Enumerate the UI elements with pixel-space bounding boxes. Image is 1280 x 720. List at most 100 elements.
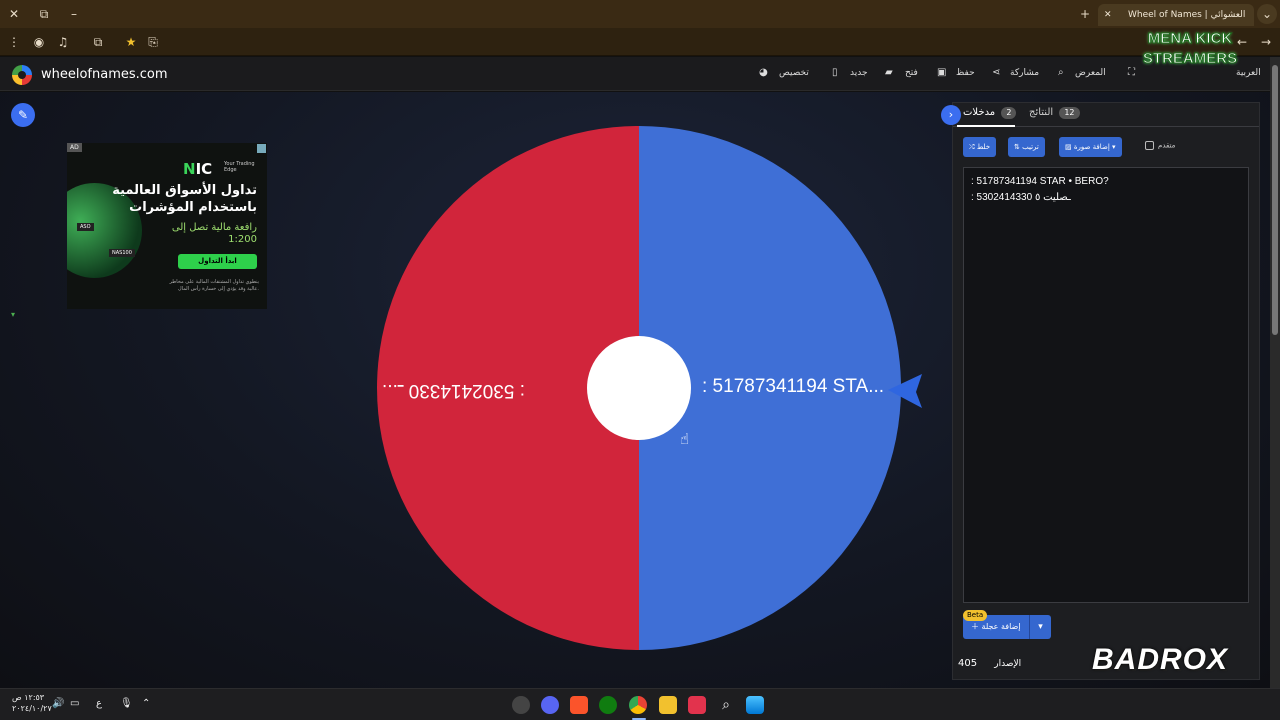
tab-entries-label: مدخلات [963, 107, 996, 118]
clock-time: ١٢:٥٣ ص [12, 693, 45, 702]
nav-language[interactable]: العربية [1236, 68, 1261, 78]
bookmark-star-icon[interactable]: ★ [121, 32, 141, 52]
clock-date: ٢٠٢٤/١٠/٢٧ [12, 704, 52, 713]
advanced-checkbox[interactable] [1145, 141, 1154, 150]
nav-open[interactable]: فتح [905, 68, 918, 78]
version-info: 405 الإصدار [958, 658, 1021, 669]
discord-icon[interactable] [541, 696, 559, 714]
active-tab-indicator [957, 125, 1015, 127]
beta-badge: Beta [963, 610, 988, 621]
palette-icon[interactable]: ◕ [759, 67, 768, 78]
restore-window-icon[interactable]: ⧉ [34, 4, 54, 24]
tab-close-icon[interactable]: ✕ [1104, 4, 1112, 26]
advertisement[interactable]: AD NIC Your Trading Edge تداول الأسواق ا… [67, 143, 267, 309]
panel-tabs: مدخلات 2 النتائج 12 [953, 103, 1259, 127]
fullscreen-icon[interactable]: ⛶ [1128, 67, 1135, 78]
extension-icon[interactable]: ◉ [29, 32, 49, 52]
entries-textarea[interactable]: : 51787341194 STAR • BERO? : 5302414330 … [963, 167, 1249, 603]
advanced-toggle[interactable]: متقدم [1145, 141, 1175, 150]
wheel-segment-2-label: : 5302414330 ـ... [382, 380, 525, 401]
version-label: الإصدار [994, 659, 1022, 669]
tab-results-label: النتائج [1029, 107, 1054, 118]
ad-cta-button[interactable]: ابدأ التداول [178, 254, 257, 269]
ad-pill-2: NAS100 [109, 249, 135, 257]
mouse-cursor-icon: ☝ [680, 430, 690, 448]
nav-save[interactable]: حفظ [956, 68, 975, 78]
windows-start-icon[interactable] [746, 696, 764, 714]
tab-search-icon[interactable]: ⌄ [1257, 4, 1277, 24]
edit-pencil-button[interactable]: ✎ [11, 103, 35, 127]
wheel-segment-1-label: : 51787341194 STA... [702, 376, 885, 397]
site-logo-text[interactable]: wheelofnames.com [41, 67, 168, 82]
tab-results[interactable]: النتائج 12 [1029, 107, 1080, 119]
ad-fine-print: ينطوي تداول المشتقات المالية على مخاطر ع… [169, 279, 259, 292]
plus-icon: ＋ [971, 622, 982, 631]
menu-icon[interactable]: ⋮ [4, 32, 24, 52]
system-clock[interactable]: ١٢:٥٣ ص ٢٠٢٤/١٠/٢٧ [12, 692, 52, 714]
nav-gallery[interactable]: المعرض [1075, 68, 1106, 78]
browser-tab-bar: ✕ ⧉ – + ✕ Wheel of Names | العشوائي ⌄ [0, 0, 1280, 28]
search-icon[interactable]: ⌕ [717, 696, 735, 714]
network-icon[interactable]: ▭ [70, 698, 79, 709]
address-bar-row: ⋮ ◉ ♫ ⧉ ★ ⎘ wheelofnames ← → [0, 28, 1280, 73]
tray-chevron-icon[interactable]: ⌃ [142, 698, 150, 709]
shuffle-button[interactable]: ⤮ خلط [963, 137, 997, 157]
forward-icon[interactable]: → [1256, 32, 1276, 52]
sort-icon: ⇅ [1014, 143, 1023, 151]
add-wheel-label: إضافة عجلة [981, 622, 1021, 631]
wheel-logo-icon[interactable] [12, 65, 32, 85]
share-icon[interactable]: ⋖ [992, 67, 1000, 78]
ad-choices-icon[interactable] [257, 144, 266, 153]
ad-headline-1: تداول الأسواق العالمية [112, 183, 257, 198]
search-icon[interactable]: ⌕ [1058, 67, 1064, 78]
share-page-icon[interactable]: ⎘ [143, 32, 163, 52]
xbox-icon[interactable] [599, 696, 617, 714]
extensions-puzzle-icon[interactable]: ⧉ [88, 32, 108, 52]
microphone-icon[interactable]: 🎙 [120, 698, 133, 709]
mena-logo-line-1: MENA KICK [1147, 30, 1233, 48]
sort-label: ترتيب [1022, 143, 1039, 151]
minimize-window-icon[interactable]: – [64, 4, 84, 24]
windows-taskbar: ١٢:٥٣ ص ٢٠٢٤/١٠/٢٧ 🔊 ▭ ع 🎙 ⌃ ⌕ [0, 688, 1280, 720]
entries-panel: › مدخلات 2 النتائج 12 ⤮ خلط ⇅ ترتيب ▨ إض… [941, 102, 1260, 680]
add-image-button[interactable]: ▨ إضافة صورة ▾ [1059, 137, 1122, 157]
ad-headline-2: باستخدام المؤشرات [129, 200, 257, 215]
chrome-icon[interactable] [629, 696, 647, 714]
filter-icon: ▾ [11, 310, 16, 319]
volume-icon[interactable]: 🔊 [52, 698, 64, 709]
tab-entries[interactable]: مدخلات 2 [963, 107, 1017, 119]
sort-button[interactable]: ⇅ ترتيب [1008, 137, 1045, 157]
ad-leverage-2: 1:200 [228, 234, 257, 245]
shuffle-icon: ⤮ [969, 143, 977, 151]
browser-tab[interactable]: ✕ Wheel of Names | العشوائي [1098, 4, 1254, 26]
badrox-logo: BADROX [1092, 643, 1229, 676]
save-icon[interactable]: ▣ [937, 67, 946, 78]
media-icon[interactable]: ♫ [53, 32, 73, 52]
new-tab-button[interactable]: + [1075, 4, 1095, 24]
site-header: wheelofnames.com ◕ تخصيص ▯ جديد ▰ فتح ▣ … [0, 57, 1270, 91]
scrollbar-thumb[interactable] [1272, 65, 1278, 335]
wheel-pointer-icon [888, 374, 922, 408]
image-icon: ▨ [1065, 143, 1074, 151]
brave-icon[interactable] [570, 696, 588, 714]
nav-new[interactable]: جديد [850, 68, 868, 78]
file-explorer-icon[interactable] [659, 696, 677, 714]
page-scrollbar[interactable] [1270, 57, 1280, 688]
nav-share[interactable]: مشاركة [1010, 68, 1039, 78]
chevron-down-icon[interactable]: ▾ [1029, 615, 1051, 639]
shuffle-label: خلط [976, 143, 991, 151]
advanced-label: متقدم [1158, 141, 1176, 150]
folder-icon[interactable]: ▰ [885, 67, 893, 78]
close-window-icon[interactable]: ✕ [4, 4, 24, 24]
clock-app-icon[interactable] [512, 696, 530, 714]
nav-customize[interactable]: تخصيص [779, 68, 809, 78]
app-icon[interactable] [688, 696, 706, 714]
language-indicator[interactable]: ع [96, 698, 102, 709]
ad-pill-1: ASO [77, 223, 94, 231]
mena-logo-line-2: STREAMERS [1142, 50, 1238, 68]
wheel-center-hub[interactable] [587, 336, 691, 440]
new-file-icon[interactable]: ▯ [832, 67, 838, 78]
chevron-down-icon[interactable]: ▾ [1110, 143, 1116, 151]
tab-title: Wheel of Names | العشوائي [1128, 10, 1246, 20]
ad-brand-prefix: N [183, 160, 196, 178]
